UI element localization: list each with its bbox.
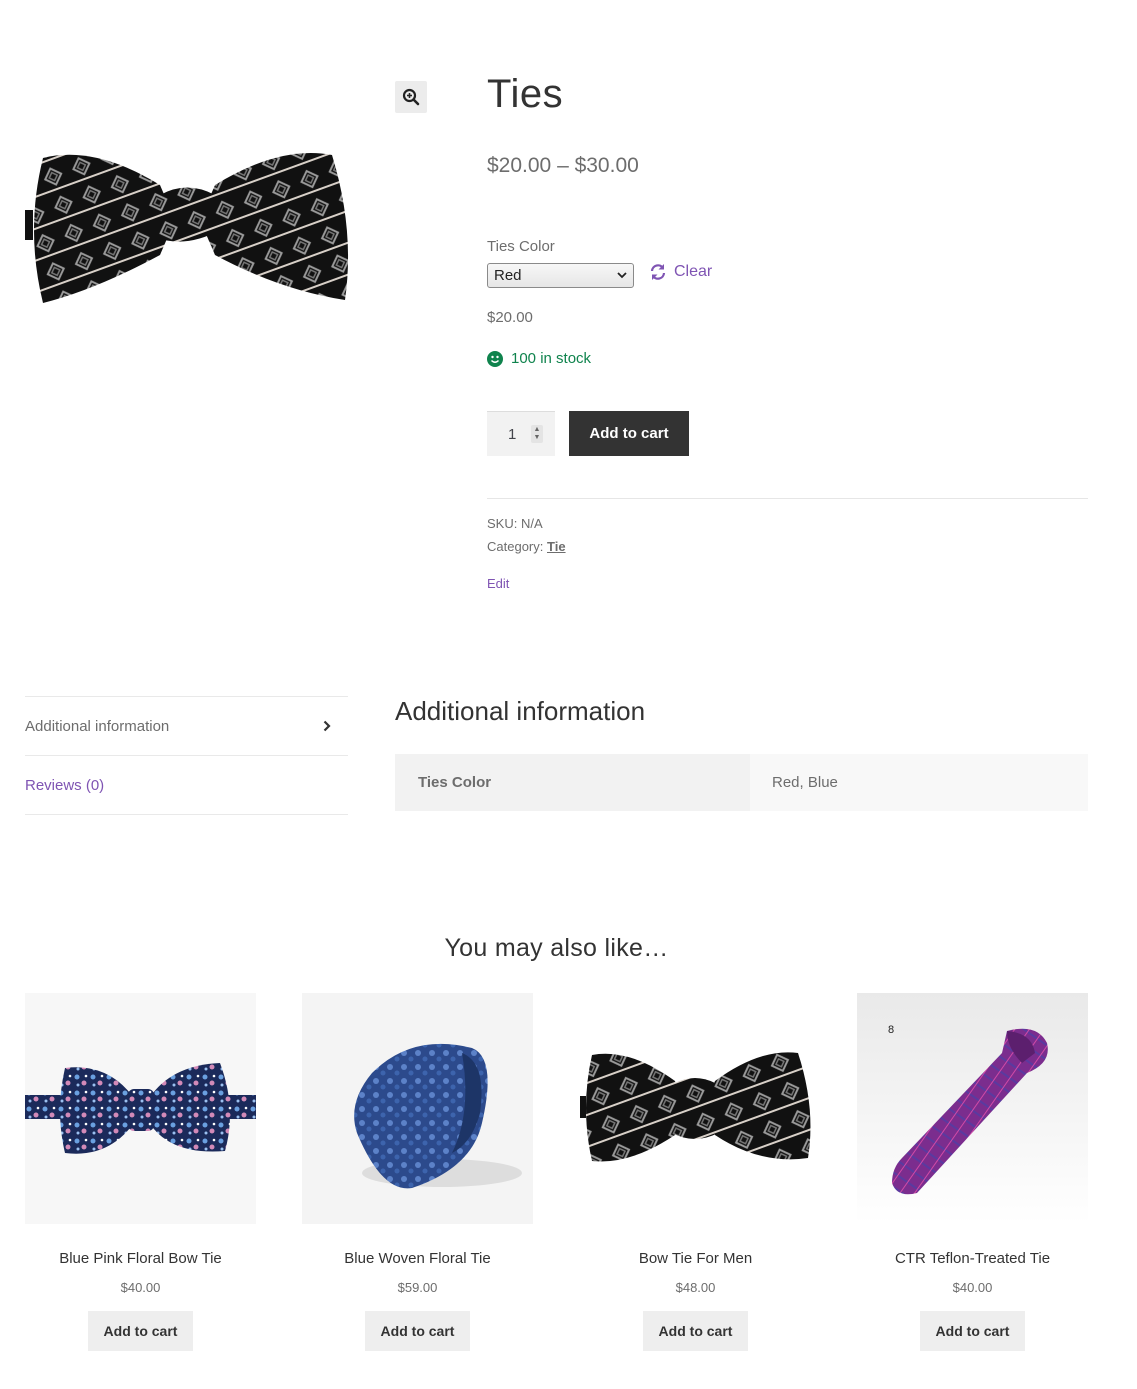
product-price: $40.00 — [120, 1280, 161, 1295]
info-value: Red, Blue — [750, 754, 1088, 811]
info-label: Ties Color — [395, 754, 750, 811]
add-to-cart-button[interactable]: Add to cart — [88, 1311, 193, 1351]
product-price: $59.00 — [397, 1280, 438, 1295]
zoom-button[interactable] — [395, 81, 427, 113]
selected-color: Red — [494, 267, 522, 284]
smile-icon — [487, 350, 503, 367]
add-to-cart-button[interactable]: Add to cart — [920, 1311, 1025, 1351]
additional-info-heading: Additional information — [395, 696, 646, 726]
product-name[interactable]: CTR Teflon-Treated Tie — [857, 1250, 1088, 1270]
product-image[interactable] — [302, 993, 533, 1224]
divider — [487, 498, 1088, 499]
product-card: Bow Tie For Men $48.00 Add to cart — [580, 993, 811, 1351]
product-price: $48.00 — [675, 1280, 716, 1295]
product-card: Blue Pink Floral Bow Tie $40.00 Add to c… — [25, 993, 256, 1351]
product-main-image[interactable] — [25, 140, 350, 315]
chevron-right-icon — [323, 720, 331, 732]
info-table-row: Ties Color Red, Blue — [395, 754, 1088, 811]
product-card: Blue Woven Floral Tie $59.00 Add to cart — [302, 993, 533, 1351]
refresh-icon — [650, 264, 666, 280]
product-name[interactable]: Blue Woven Floral Tie — [302, 1250, 533, 1270]
add-to-cart-button[interactable]: Add to cart — [569, 411, 689, 456]
tab-label: Additional information — [25, 717, 170, 735]
ties-color-select[interactable]: Red — [487, 263, 634, 288]
price-range: $20.00 – $30.00 — [487, 154, 639, 177]
related-heading: You may also like… — [444, 934, 669, 962]
woven-tie-image — [354, 1043, 522, 1189]
variation-price: $20.00 — [487, 309, 533, 326]
quantity-value: 1 — [508, 425, 517, 443]
tab-label: Reviews (0) — [25, 776, 105, 794]
category-link[interactable]: Tie — [547, 539, 566, 554]
product-image[interactable] — [25, 993, 256, 1224]
stock-text: 100 in stock — [511, 350, 592, 367]
add-to-cart-button[interactable]: Add to cart — [643, 1311, 748, 1351]
quantity-stepper[interactable]: 1 ▲ ▼ — [487, 411, 555, 456]
sku-value: N/A — [520, 516, 543, 531]
product-image[interactable] — [580, 993, 811, 1224]
zoom-in-icon — [402, 88, 420, 106]
product-name[interactable]: Blue Pink Floral Bow Tie — [25, 1250, 256, 1270]
clear-button[interactable]: Clear — [649, 263, 712, 281]
bow-tie-image — [580, 1052, 811, 1162]
sku-meta: SKU: N/A — [487, 516, 543, 531]
product-image[interactable]: 8 — [857, 993, 1088, 1224]
product-price: $40.00 — [952, 1280, 993, 1295]
floral-bow-tie-image — [25, 1063, 256, 1154]
product-title: Ties — [487, 72, 564, 116]
category-label: Category: — [487, 539, 544, 554]
image-badge: 8 — [888, 1024, 895, 1036]
add-to-cart-button[interactable]: Add to cart — [365, 1311, 470, 1351]
stock-status: 100 in stock — [487, 350, 591, 367]
bow-tie-image — [25, 153, 349, 303]
tab-additional-information[interactable]: Additional information — [25, 697, 348, 755]
sku-label: SKU: — [487, 516, 518, 531]
product-name[interactable]: Bow Tie For Men — [580, 1250, 811, 1270]
attribute-label: Ties Color — [487, 238, 555, 255]
chevron-down-icon — [617, 272, 627, 279]
tab-reviews[interactable]: Reviews (0) — [25, 756, 348, 814]
stepper-arrows-icon[interactable]: ▲ ▼ — [531, 425, 543, 443]
tab-divider — [25, 814, 348, 815]
edit-link[interactable]: Edit — [487, 576, 509, 591]
product-card: 8 CTR Teflon-Treated Tie $40.00 Add to c… — [857, 993, 1088, 1351]
clear-label: Clear — [674, 263, 713, 280]
category-meta: Category: Tie — [487, 539, 566, 554]
